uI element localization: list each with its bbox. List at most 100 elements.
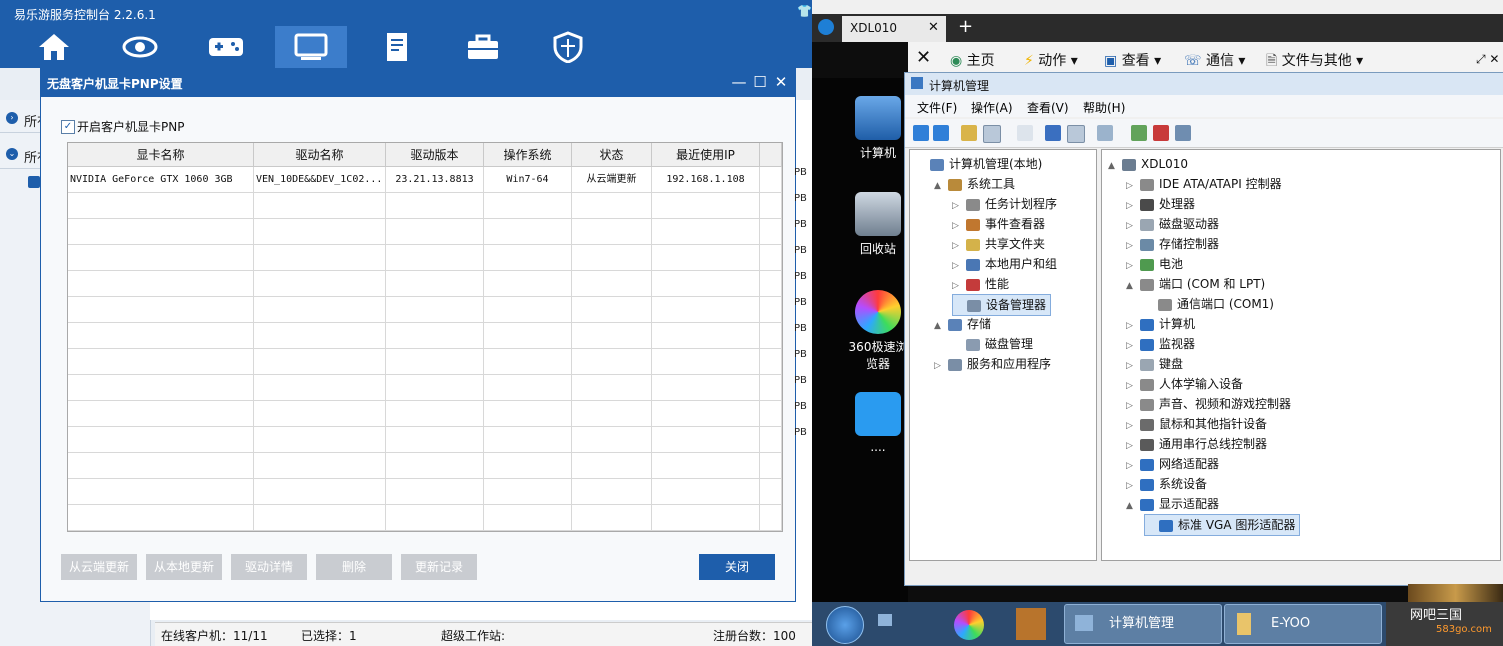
expander-icon[interactable]: ▷: [1126, 476, 1136, 496]
maximize-icon[interactable]: ☐: [750, 71, 770, 93]
back-icon[interactable]: [913, 125, 929, 141]
desktop-icon-computer[interactable]: 计算机: [848, 96, 908, 161]
driver-details-button[interactable]: 驱动详情: [231, 554, 307, 580]
tree-node[interactable]: 磁盘管理: [952, 334, 1033, 354]
column-header[interactable]: 驱动版本: [386, 143, 484, 167]
toolbox-icon[interactable]: [447, 26, 519, 68]
tree-node[interactable]: 计算机管理(本地): [916, 154, 1042, 174]
tree-node[interactable]: ▷ 本地用户和组: [952, 254, 1057, 274]
communicate-menu[interactable]: ☏ 通信 ▾: [1184, 50, 1245, 70]
close-button[interactable]: 关闭: [699, 554, 775, 580]
expander-icon[interactable]: ▷: [1126, 336, 1136, 356]
actions-menu[interactable]: ⚡ 动作 ▾: [1024, 50, 1078, 70]
expander-icon[interactable]: ▷: [1126, 436, 1136, 456]
expander-icon[interactable]: ▷: [952, 196, 962, 216]
tree-node[interactable]: ▷ 任务计划程序: [952, 194, 1057, 214]
column-header[interactable]: 显卡名称: [68, 143, 254, 167]
menu-help[interactable]: 帮助(H): [1083, 99, 1125, 116]
cloud-update-button[interactable]: 从云端更新: [61, 554, 137, 580]
eye-icon[interactable]: [104, 26, 176, 68]
taskbar-item-computer-management[interactable]: 计算机管理: [1064, 604, 1222, 644]
expander-icon[interactable]: ▷: [952, 256, 962, 276]
tree-node[interactable]: ▷ 服务和应用程序: [934, 354, 1051, 374]
tree-node[interactable]: ▷ 网络适配器: [1126, 454, 1219, 474]
expander-icon[interactable]: ▷: [1126, 216, 1136, 236]
expander-icon[interactable]: ▷: [1126, 176, 1136, 196]
close-icon[interactable]: ✕: [771, 71, 791, 93]
expander-icon[interactable]: ▷: [1126, 376, 1136, 396]
expander-icon[interactable]: ▷: [952, 236, 962, 256]
tree-node[interactable]: ▲ 端口 (COM 和 LPT): [1126, 274, 1265, 294]
tree-node[interactable]: ▷ 人体学输入设备: [1126, 374, 1243, 394]
monitor-icon[interactable]: [275, 26, 347, 68]
table-row[interactable]: NVIDIA GeForce GTX 1060 3GB VEN_10DE&&DEV…: [68, 167, 782, 193]
home-icon[interactable]: [18, 26, 90, 68]
local-update-button[interactable]: 从本地更新: [146, 554, 222, 580]
scan-hardware-icon[interactable]: [1097, 125, 1113, 141]
gamepad-icon[interactable]: [190, 26, 262, 68]
tree-node[interactable]: ▷ IDE ATA/ATAPI 控制器: [1126, 174, 1282, 194]
column-header[interactable]: 操作系统: [484, 143, 572, 167]
expander-icon[interactable]: ▲: [934, 176, 944, 196]
tree-node[interactable]: ▷ 通用串行总线控制器: [1126, 434, 1267, 454]
new-tab-icon[interactable]: +: [958, 16, 973, 37]
tab-close-icon[interactable]: ✕: [928, 20, 939, 35]
expander-icon[interactable]: ▲: [934, 316, 944, 336]
tree-node[interactable]: ▷ 共享文件夹: [952, 234, 1045, 254]
tree-node[interactable]: ▷ 键盘: [1126, 354, 1183, 374]
view-menu[interactable]: ▣ 查看 ▾: [1104, 50, 1161, 70]
forward-icon[interactable]: [933, 125, 949, 141]
show-desktop-icon[interactable]: [878, 614, 892, 626]
taskbar-item-e-yoo[interactable]: E-YOO: [1224, 604, 1382, 644]
tree-node[interactable]: ▲ 存储: [934, 314, 991, 334]
tree-node[interactable]: ▷ 计算机: [1126, 314, 1195, 334]
tree-node[interactable]: ▷ 鼠标和其他指针设备: [1126, 414, 1267, 434]
expander-icon[interactable]: ▷: [934, 356, 944, 376]
mmc-titlebar[interactable]: 计算机管理: [905, 73, 1503, 95]
tree-node[interactable]: 通信端口 (COM1): [1144, 294, 1274, 314]
tree-node[interactable]: ▷ 监视器: [1126, 334, 1195, 354]
enable-device-icon[interactable]: [1175, 125, 1191, 141]
update-driver-icon[interactable]: [1131, 125, 1147, 141]
expander-icon[interactable]: ▷: [1126, 356, 1136, 376]
tree-node[interactable]: ▲ 系统工具: [934, 174, 1015, 194]
column-header[interactable]: 最近使用IP: [652, 143, 760, 167]
expander-icon[interactable]: ▷: [1126, 316, 1136, 336]
document-icon[interactable]: [361, 26, 433, 68]
expander-icon[interactable]: ▷: [952, 276, 962, 296]
update-log-button[interactable]: 更新记录: [401, 554, 477, 580]
tree-node[interactable]: ▷ 事件查看器: [952, 214, 1045, 234]
expander-icon[interactable]: ▷: [1126, 236, 1136, 256]
menu-view[interactable]: 查看(V): [1027, 99, 1069, 116]
up-folder-icon[interactable]: [961, 125, 977, 141]
close-session-icon[interactable]: ✕: [916, 47, 931, 68]
sidebar-subitem-icon[interactable]: [28, 176, 40, 188]
expander-icon[interactable]: ▲: [1108, 156, 1118, 176]
uninstall-icon[interactable]: [1153, 125, 1169, 141]
tree-node[interactable]: 标准 VGA 图形适配器: [1144, 514, 1301, 536]
expander-icon[interactable]: ▷: [1126, 256, 1136, 276]
expand-icon[interactable]: ⤢ ✕: [1476, 52, 1499, 67]
taskbar-browser-icon[interactable]: [954, 610, 984, 640]
view-icon[interactable]: [1067, 125, 1085, 143]
expander-icon[interactable]: ▷: [952, 216, 962, 236]
expander-icon[interactable]: ▲: [1126, 496, 1136, 516]
tree-node[interactable]: ▷ 性能: [952, 274, 1009, 294]
desktop-icon-360-browser[interactable]: 360极速浏览器: [848, 290, 908, 372]
delete-button[interactable]: 删除: [316, 554, 392, 580]
properties-icon[interactable]: [1017, 125, 1033, 141]
tree-node[interactable]: ▷ 声音、视频和游戏控制器: [1126, 394, 1291, 414]
column-header[interactable]: 驱动名称: [254, 143, 386, 167]
tree-node[interactable]: ▲ 显示适配器: [1126, 494, 1219, 514]
expander-icon[interactable]: ▷: [1126, 396, 1136, 416]
expander-icon[interactable]: ▷: [1126, 196, 1136, 216]
tree-node[interactable]: ▷ 系统设备: [1126, 474, 1207, 494]
tree-node[interactable]: ▷ 磁盘驱动器: [1126, 214, 1219, 234]
help-icon[interactable]: [1045, 125, 1061, 141]
tree-node[interactable]: ▷ 处理器: [1126, 194, 1195, 214]
desktop-icon-app[interactable]: ....: [848, 392, 908, 454]
menu-file[interactable]: 文件(F): [917, 99, 957, 116]
desktop-icon-recycle-bin[interactable]: 回收站: [848, 192, 908, 257]
dialog-titlebar[interactable]: 无盘客户机显卡PNP设置 — ☐ ✕: [41, 69, 795, 97]
tab-xdl010[interactable]: XDL010 ✕: [842, 16, 946, 42]
